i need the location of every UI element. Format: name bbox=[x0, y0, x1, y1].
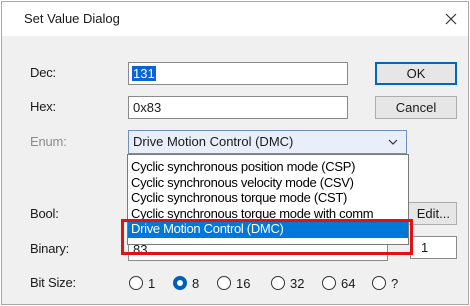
dec-value: 131 bbox=[132, 66, 156, 81]
radio-circle-icon bbox=[322, 276, 336, 290]
binary-bit-field[interactable]: 1 bbox=[410, 236, 457, 259]
enum-option-cst-comm[interactable]: Cyclic synchronous torque mode with comm bbox=[128, 206, 408, 221]
binary-label: Binary: bbox=[30, 241, 70, 256]
title-bar: Set Value Dialog bbox=[2, 2, 468, 36]
bitsize-radio-64[interactable]: 64 bbox=[322, 274, 355, 292]
bitsize-radio-1[interactable]: 1 bbox=[129, 274, 155, 292]
enum-combobox[interactable]: Drive Motion Control (DMC) bbox=[128, 130, 407, 154]
bitsize-radio-32[interactable]: 32 bbox=[271, 274, 304, 292]
ok-button[interactable]: OK bbox=[375, 62, 457, 85]
dec-input[interactable]: 131 bbox=[128, 62, 348, 85]
enum-option-cst[interactable]: Cyclic synchronous torque mode (CST) bbox=[128, 190, 408, 205]
enum-option-dmc[interactable]: Drive Motion Control (DMC) bbox=[128, 221, 408, 238]
close-icon bbox=[445, 13, 457, 25]
bitsize-radio-8[interactable]: 8 bbox=[173, 274, 199, 292]
dec-label: Dec: bbox=[30, 65, 56, 80]
hex-label: Hex: bbox=[30, 99, 56, 114]
radio-selected-icon bbox=[173, 276, 187, 290]
bitsize-radio-unknown[interactable]: ? bbox=[372, 274, 398, 292]
enum-option-csp[interactable]: Cyclic synchronous position mode (CSP) bbox=[128, 159, 408, 174]
radio-circle-icon bbox=[271, 276, 285, 290]
enum-label: Enum: bbox=[30, 134, 67, 149]
bool-label: Bool: bbox=[30, 206, 59, 221]
hex-input[interactable]: 0x83 bbox=[128, 96, 348, 119]
bitsize-radio-16[interactable]: 16 bbox=[217, 274, 250, 292]
enum-selected-value: Drive Motion Control (DMC) bbox=[133, 134, 294, 149]
close-button[interactable] bbox=[436, 5, 466, 33]
radio-circle-icon bbox=[129, 276, 143, 290]
enum-option-csv[interactable]: Cyclic synchronous velocity mode (CSV) bbox=[128, 175, 408, 190]
radio-circle-icon bbox=[372, 276, 386, 290]
dialog-title: Set Value Dialog bbox=[24, 11, 120, 26]
cancel-button[interactable]: Cancel bbox=[375, 96, 457, 119]
radio-circle-icon bbox=[217, 276, 231, 290]
bitsize-label: Bit Size: bbox=[30, 275, 76, 290]
chevron-down-icon bbox=[388, 139, 398, 145]
enum-dropdown-list[interactable]: Cyclic synchronous position mode (CSP) C… bbox=[127, 154, 409, 245]
